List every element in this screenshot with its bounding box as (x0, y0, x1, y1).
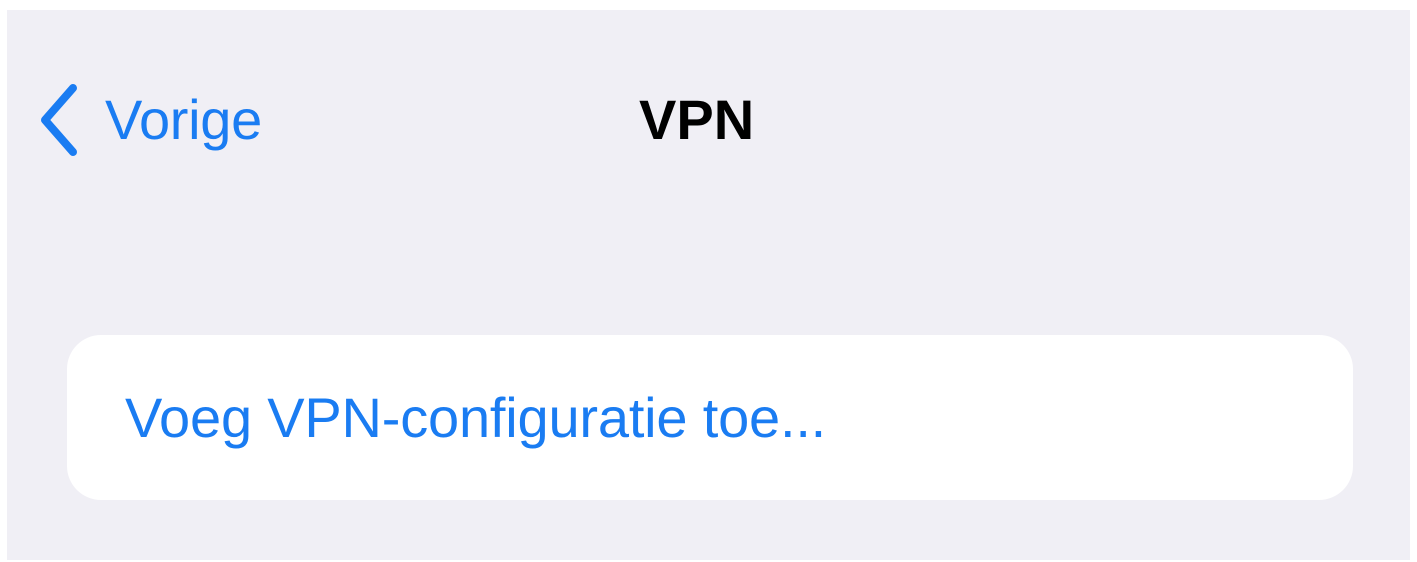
add-vpn-configuration-button[interactable]: Voeg VPN-configuratie toe... (67, 335, 1353, 500)
navigation-bar: Vorige VPN (7, 10, 1410, 230)
back-button-label: Vorige (105, 88, 262, 151)
back-button[interactable]: Vorige (37, 80, 262, 160)
chevron-left-icon (41, 84, 77, 156)
add-vpn-configuration-label: Voeg VPN-configuratie toe... (125, 386, 827, 449)
page-title: VPN (639, 88, 755, 151)
settings-screen: Vorige VPN Voeg VPN-configuratie toe... (7, 10, 1410, 560)
vpn-settings-group: Voeg VPN-configuratie toe... (67, 335, 1353, 500)
